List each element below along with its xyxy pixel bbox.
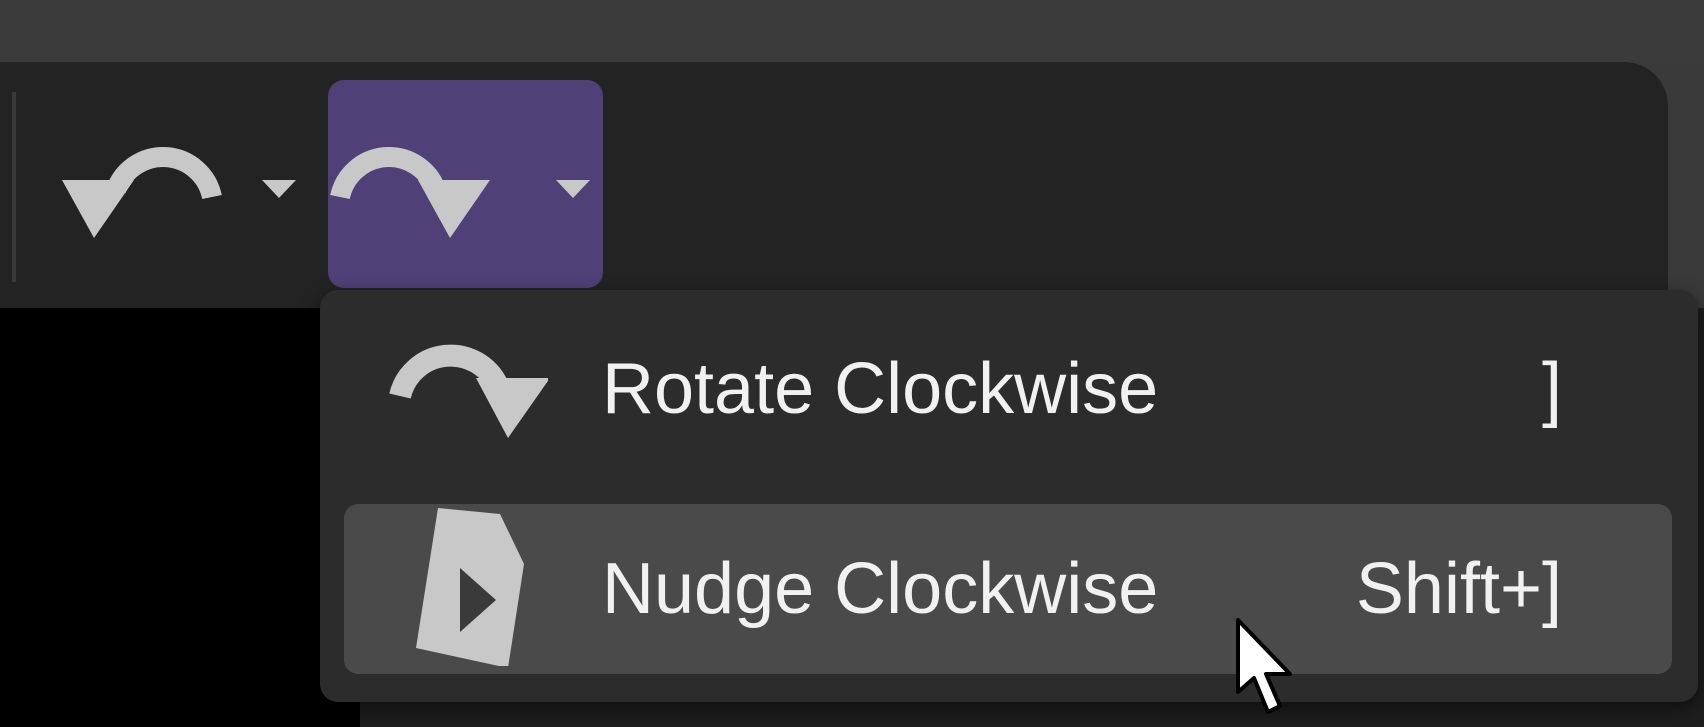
rotate-counterclockwise-button[interactable] (52, 80, 310, 288)
mouse-cursor-icon (1236, 618, 1292, 714)
menu-item-label: Rotate Clockwise (602, 349, 1159, 429)
menu-item-rotate-clockwise[interactable]: Rotate Clockwise ] (344, 304, 1672, 474)
chevron-down-icon (556, 180, 590, 198)
window-top-strip (0, 0, 1704, 64)
rotate-clockwise-button[interactable] (328, 80, 603, 288)
toolbar-divider (12, 92, 16, 282)
rotate-clockwise-icon (389, 344, 548, 438)
rotate-clockwise-icon (330, 147, 590, 238)
rotate-counterclockwise-icon (62, 147, 296, 238)
menu-item-shortcut: ] (1541, 349, 1562, 429)
menu-item-label: Nudge Clockwise (602, 549, 1159, 629)
rotate-dropdown-menu: Rotate Clockwise ] Nudge Clockwise Shift… (320, 290, 1698, 702)
nudge-clockwise-icon (416, 508, 524, 666)
menu-item-shortcut: Shift+] (1355, 549, 1562, 629)
menu-item-nudge-clockwise[interactable]: Nudge Clockwise Shift+] (344, 504, 1672, 674)
canvas-area (0, 308, 360, 727)
chevron-down-icon (262, 180, 296, 198)
